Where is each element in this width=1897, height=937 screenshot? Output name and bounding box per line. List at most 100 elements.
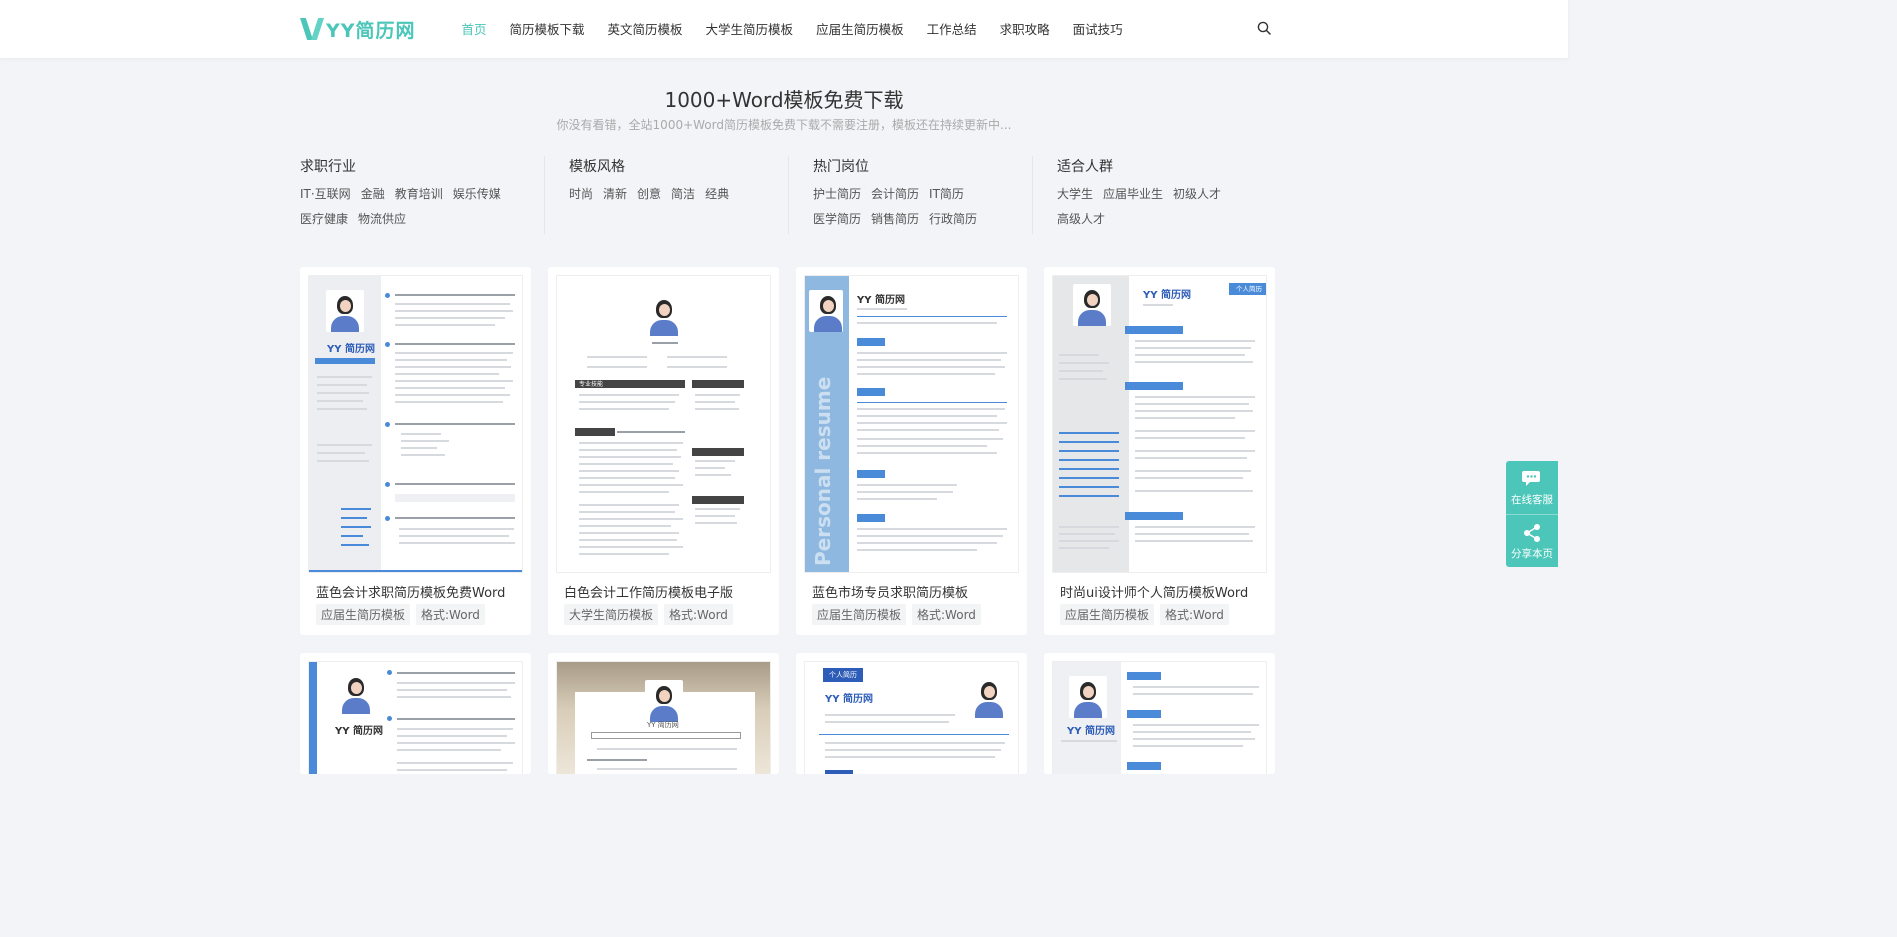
resume-name: YY 简历网 <box>327 344 375 355</box>
nav-work-summary[interactable]: 工作总结 <box>927 19 977 38</box>
main-nav: 首页 简历模板下载 英文简历模板 大学生简历模板 应届生简历模板 工作总结 求职… <box>450 19 1134 38</box>
avatar <box>326 290 364 332</box>
floating-toolbar: 在线客服 分享本页 <box>1506 461 1558 567</box>
card-tag: 格式:Word <box>416 604 485 625</box>
template-card[interactable]: YY 简历网 <box>300 267 531 635</box>
category-link[interactable]: 大学生 <box>1057 182 1093 207</box>
chat-icon <box>1522 471 1540 486</box>
category-link[interactable]: 初级人才 <box>1173 182 1221 207</box>
logo-text: YY简历网 <box>326 19 416 42</box>
template-card[interactable]: Personal resume YY 简历网 蓝色市场专员求职简历模板 应届生简… <box>796 267 1027 635</box>
category-link[interactable]: 会计简历 <box>871 182 919 207</box>
category-link[interactable]: 医学简历 <box>813 207 861 232</box>
resume-badge: 个人简历 <box>1229 283 1266 295</box>
avatar <box>1073 284 1111 326</box>
nav-college-templates[interactable]: 大学生简历模板 <box>706 19 794 38</box>
category-title: 求职行业 <box>300 159 356 175</box>
category-link[interactable]: 经典 <box>705 182 729 207</box>
share-page-button[interactable]: 分享本页 <box>1506 514 1558 567</box>
hero-title: 1000+Word模板免费下载 <box>664 88 904 112</box>
online-service-button[interactable]: 在线客服 <box>1506 461 1558 514</box>
card-title[interactable]: 蓝色会计求职简历模板免费Word <box>316 582 505 601</box>
category-audience: 适合人群 大学生 应届毕业生 初级人才 高级人才 <box>1032 156 1276 234</box>
avatar <box>1069 676 1107 718</box>
category-title: 热门岗位 <box>813 159 869 175</box>
card-title[interactable]: 时尚ui设计师个人简历模板Word <box>1060 582 1248 601</box>
template-card[interactable]: YY 简历网 <box>1044 653 1275 774</box>
template-thumbnail[interactable]: YY 简历网 <box>308 661 523 774</box>
category-industry: 求职行业 IT·互联网 金融 教育培训 娱乐传媒 医疗健康 物流供应 <box>300 156 544 234</box>
category-link[interactable]: 简洁 <box>671 182 695 207</box>
template-card[interactable]: YY 简历网 <box>548 653 779 774</box>
category-link[interactable]: 应届毕业生 <box>1103 182 1163 207</box>
site-logo[interactable]: YY简历网 <box>300 14 416 44</box>
category-link[interactable]: 清新 <box>603 182 627 207</box>
top-header: YY简历网 首页 简历模板下载 英文简历模板 大学生简历模板 应届生简历模板 工… <box>0 0 1568 58</box>
template-thumbnail[interactable]: Personal resume YY 简历网 <box>804 275 1019 573</box>
resume-name: YY 简历网 <box>1067 726 1115 737</box>
category-link[interactable]: 娱乐传媒 <box>453 182 501 207</box>
category-link[interactable]: IT简历 <box>929 182 964 207</box>
template-thumbnail[interactable]: 个人简历 YY 简历网 <box>804 661 1019 774</box>
nav-english-templates[interactable]: 英文简历模板 <box>608 19 683 38</box>
template-card[interactable]: 个人简历 YY 简历网 <box>796 653 1027 774</box>
template-card[interactable]: YY 简历网 个人简历 时尚ui设计师个人简历模板Word 应届生简历模板 格式… <box>1044 267 1275 635</box>
category-link[interactable]: IT·互联网 <box>300 182 351 207</box>
resume-name: YY 简历网 <box>1143 290 1191 301</box>
template-card[interactable]: YY 简历网 <box>300 653 531 774</box>
card-title[interactable]: 白色会计工作简历模板电子版 <box>564 582 733 601</box>
card-tag: 格式:Word <box>664 604 733 625</box>
resume-name: YY 简历网 <box>335 726 383 737</box>
category-filters: 求职行业 IT·互联网 金融 教育培训 娱乐传媒 医疗健康 物流供应 模板风格 … <box>300 156 1276 234</box>
resume-name: YY 简历网 <box>825 694 873 705</box>
share-icon <box>1524 524 1540 542</box>
category-link[interactable]: 护士简历 <box>813 182 861 207</box>
online-service-label: 在线客服 <box>1511 494 1553 506</box>
hero-subtitle: 你没有看错，全站1000+Word简历模板免费下载不需要注册，模板还在持续更新中… <box>556 118 1012 132</box>
category-positions: 热门岗位 护士简历 会计简历 IT简历 医学简历 销售简历 行政简历 <box>788 156 1032 234</box>
category-link[interactable]: 医疗健康 <box>300 207 348 232</box>
nav-home[interactable]: 首页 <box>462 19 487 38</box>
template-thumbnail[interactable]: YY 简历网 <box>1052 661 1267 774</box>
card-tag: 格式:Word <box>912 604 981 625</box>
nav-graduate-templates[interactable]: 应届生简历模板 <box>816 19 904 38</box>
avatar <box>645 294 683 336</box>
category-title: 适合人群 <box>1057 159 1113 175</box>
category-link[interactable]: 高级人才 <box>1057 207 1105 232</box>
resume-name: YY 简历网 <box>647 721 679 729</box>
avatar <box>645 680 683 722</box>
vertical-watermark: Personal resume <box>811 376 835 566</box>
category-style: 模板风格 时尚 清新 创意 简洁 经典 <box>544 156 788 234</box>
category-link[interactable]: 行政简历 <box>929 207 977 232</box>
template-thumbnail[interactable]: YY 简历网 个人简历 <box>1052 275 1267 573</box>
template-card[interactable]: 专业技能 白色会计工作简历模板电子版 大学生简历模板 格式:Word <box>548 267 779 635</box>
nav-resume-templates[interactable]: 简历模板下载 <box>510 19 585 38</box>
search-icon[interactable] <box>1257 21 1271 35</box>
card-tag: 格式:Word <box>1160 604 1229 625</box>
card-tag[interactable]: 应届生简历模板 <box>316 604 411 625</box>
share-page-label: 分享本页 <box>1511 548 1553 560</box>
card-tag[interactable]: 应届生简历模板 <box>812 604 907 625</box>
resume-sidebar-stripe <box>309 662 317 774</box>
category-title: 模板风格 <box>569 159 625 175</box>
card-tag[interactable]: 应届生简历模板 <box>1060 604 1155 625</box>
template-thumbnail[interactable]: 专业技能 <box>556 275 771 573</box>
category-link[interactable]: 金融 <box>361 182 385 207</box>
card-title[interactable]: 蓝色市场专员求职简历模板 <box>812 582 968 601</box>
section-label: 专业技能 <box>579 381 604 388</box>
resume-badge: 个人简历 <box>823 668 863 682</box>
nav-interview-tips[interactable]: 面试技巧 <box>1073 19 1123 38</box>
category-link[interactable]: 销售简历 <box>871 207 919 232</box>
resume-name: YY 简历网 <box>857 295 905 306</box>
avatar <box>337 672 375 714</box>
category-link[interactable]: 时尚 <box>569 182 593 207</box>
avatar <box>970 676 1008 718</box>
category-link[interactable]: 物流供应 <box>358 207 406 232</box>
template-thumbnail[interactable]: YY 简历网 <box>308 275 523 573</box>
logo-mark-icon <box>300 18 324 40</box>
card-tag[interactable]: 大学生简历模板 <box>564 604 659 625</box>
category-link[interactable]: 教育培训 <box>395 182 443 207</box>
category-link[interactable]: 创意 <box>637 182 661 207</box>
template-thumbnail[interactable]: YY 简历网 <box>556 661 771 774</box>
nav-job-tips[interactable]: 求职攻略 <box>1000 19 1050 38</box>
